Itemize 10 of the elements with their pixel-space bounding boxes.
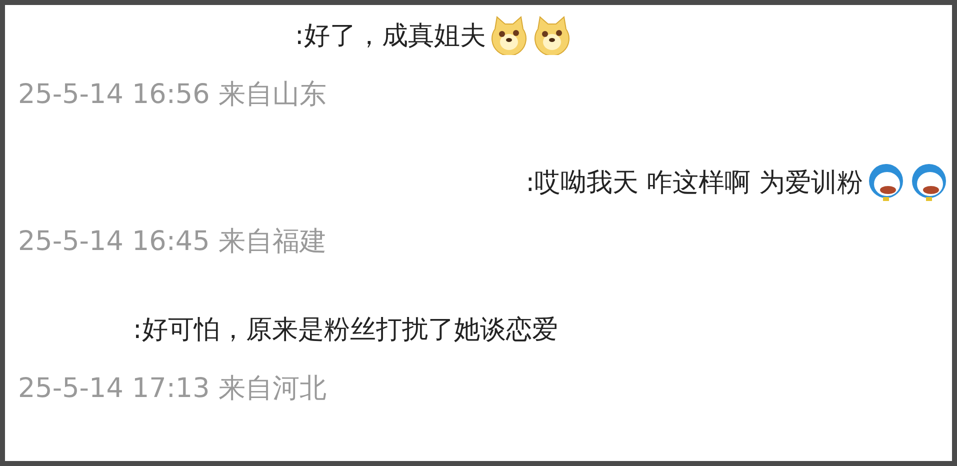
dog-emoji-icon xyxy=(488,15,529,55)
cartoon-face-emoji-icon xyxy=(866,162,906,202)
comment-text: :好可怕，原来是粉丝打扰了她谈恋爱 xyxy=(133,314,558,346)
cartoon-face-emoji-icon xyxy=(909,162,949,202)
comment-meta: 25-5-14 16:56 来自山东 xyxy=(17,78,328,112)
comment-text: :哎呦我天 咋这样啊 为爱训粉 xyxy=(526,166,863,200)
comment-text: :好了，成真姐夫 xyxy=(295,20,486,52)
comment-meta: 25-5-14 16:45 来自福建 xyxy=(17,225,328,259)
dog-emoji-icon xyxy=(532,15,572,55)
comment-meta: 25-5-14 17:13 来自河北 xyxy=(17,372,328,406)
